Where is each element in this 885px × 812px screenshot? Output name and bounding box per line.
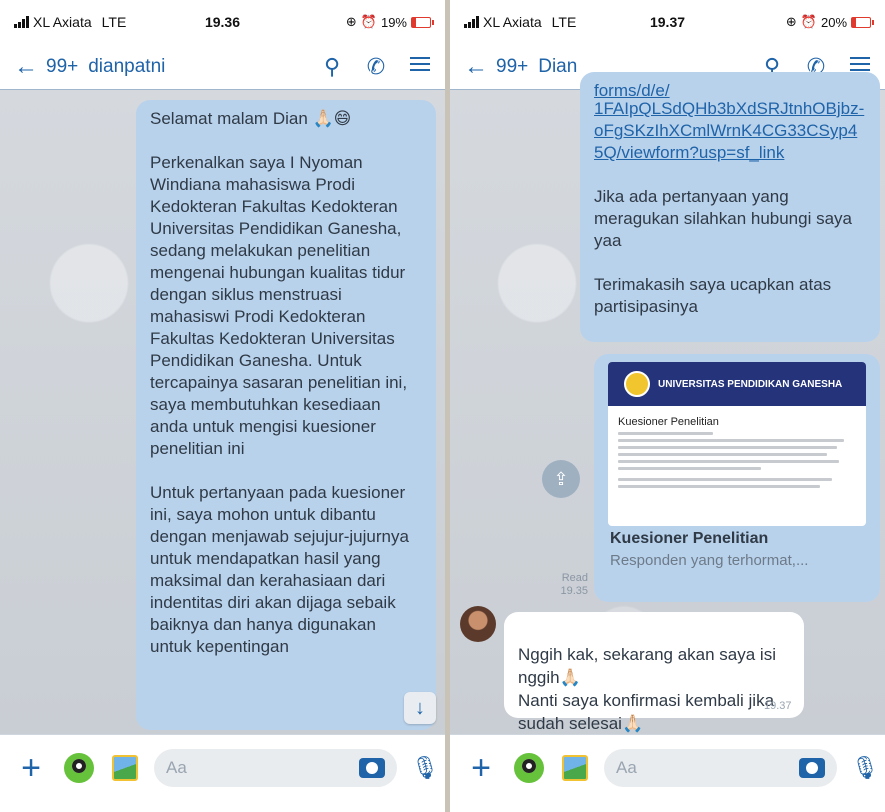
network-type: LTE bbox=[101, 14, 127, 30]
gallery-icon[interactable] bbox=[112, 755, 138, 781]
message-paragraph: Selamat malam Dian 🙏🏻😄 bbox=[150, 109, 352, 128]
phone-call-icon[interactable]: ✆ bbox=[365, 54, 387, 80]
scroll-down-button[interactable]: ↓ bbox=[404, 692, 436, 724]
preview-thumbnail: UNIVERSITAS PENDIDIKAN GANESHA Kuesioner… bbox=[608, 362, 866, 526]
message-time: 19.37 bbox=[764, 700, 792, 712]
signal-icon bbox=[14, 16, 29, 28]
battery-percent: 19% bbox=[380, 14, 407, 30]
network-type: LTE bbox=[551, 14, 577, 30]
location-icon: ⊕ bbox=[345, 14, 357, 29]
emoji-sticker-icon[interactable] bbox=[799, 758, 825, 778]
location-icon: ⊕ bbox=[785, 14, 797, 29]
message-input[interactable]: Aa bbox=[604, 749, 837, 787]
outgoing-message[interactable]: forms/d/e/ 1FAIpQLSdQHb3bXdSRJtnhOBjbz-o… bbox=[580, 72, 880, 342]
back-arrow-icon[interactable]: ← bbox=[464, 53, 488, 81]
status-time: 19.37 bbox=[649, 14, 686, 30]
contact-name[interactable]: dianpatni bbox=[88, 56, 299, 78]
status-bar: XL Axiata LTE 19.36 ⊕ ⏰ 19% bbox=[0, 0, 445, 44]
gallery-icon[interactable] bbox=[562, 755, 588, 781]
unread-count[interactable]: 99+ bbox=[496, 56, 528, 78]
right-screenshot: XL Axiata LTE 19.37 ⊕ ⏰ 20% ← 99+ Dian ⚲… bbox=[450, 0, 885, 812]
carrier-name: XL Axiata bbox=[33, 14, 92, 30]
preview-banner-text: UNIVERSITAS PENDIDIKAN GANESHA bbox=[658, 378, 843, 390]
microphone-icon[interactable]: 🎙 bbox=[411, 755, 439, 781]
university-logo bbox=[624, 371, 650, 397]
message-placeholder: Aa bbox=[616, 758, 637, 777]
left-screenshot: XL Axiata LTE 19.36 ⊕ ⏰ 19% ← 99+ dianpa… bbox=[0, 0, 445, 812]
message-paragraph: Jika ada pertanyaan yang meragukan silah… bbox=[594, 187, 853, 250]
battery-percent: 20% bbox=[820, 14, 848, 30]
menu-icon[interactable] bbox=[409, 53, 431, 81]
composer-bar: + Aa 🎙 bbox=[450, 734, 885, 812]
card-subtitle: Responden yang terhormat,... bbox=[610, 552, 809, 569]
composer-bar: + Aa 🎙 bbox=[0, 734, 445, 812]
incoming-message[interactable]: Nggih kak, sekarang akan saya isi nggih🙏… bbox=[504, 612, 804, 733]
read-label: Read bbox=[561, 572, 588, 584]
chat-header: ← 99+ dianpatni ⚲ ✆ bbox=[0, 44, 445, 90]
emoji-sticker-icon[interactable] bbox=[359, 758, 385, 778]
search-icon[interactable]: ⚲ bbox=[321, 54, 343, 80]
message-paragraph: Untuk pertanyaan pada kuesioner ini, say… bbox=[150, 483, 409, 656]
message-paragraph: Perkenalkan saya I Nyoman Windiana mahas… bbox=[150, 153, 408, 458]
message-input[interactable]: Aa bbox=[154, 749, 397, 787]
add-attachment-icon[interactable]: + bbox=[14, 751, 48, 785]
form-link[interactable]: 1FAIpQLSdQHb3bXdSRJtnhOBjbz-oFgSKzIhXCml… bbox=[594, 99, 864, 162]
status-bar: XL Axiata LTE 19.37 ⊕ ⏰ 20% bbox=[450, 0, 885, 44]
battery-icon bbox=[851, 16, 875, 28]
alarm-icon: ⏰ bbox=[360, 14, 377, 29]
alarm-icon: ⏰ bbox=[800, 14, 817, 29]
add-attachment-icon[interactable]: + bbox=[464, 751, 498, 785]
microphone-icon[interactable]: 🎙 bbox=[851, 755, 879, 781]
carrier-name: XL Axiata bbox=[483, 14, 542, 30]
read-receipt: Read 19.35 bbox=[548, 572, 588, 598]
preview-doc-title: Kuesioner Penelitian bbox=[618, 416, 719, 428]
outgoing-message[interactable]: Selamat malam Dian 🙏🏻😄 Perkenalkan saya … bbox=[136, 100, 436, 730]
message-paragraph: Terimakasih saya ucapkan atas partisipas… bbox=[594, 275, 832, 316]
sticker-monster-icon[interactable] bbox=[514, 753, 544, 783]
battery-icon bbox=[411, 16, 434, 28]
form-link-partial[interactable]: forms/d/e/ bbox=[594, 81, 670, 98]
share-icon[interactable]: ⇪ bbox=[542, 460, 580, 498]
read-time: 19.35 bbox=[560, 585, 588, 597]
sticker-monster-icon[interactable] bbox=[64, 753, 94, 783]
card-title: Kuesioner Penelitian bbox=[610, 530, 769, 547]
avatar[interactable] bbox=[460, 606, 496, 642]
message-placeholder: Aa bbox=[166, 758, 187, 777]
link-preview-card[interactable]: UNIVERSITAS PENDIDIKAN GANESHA Kuesioner… bbox=[594, 354, 880, 602]
back-arrow-icon[interactable]: ← bbox=[14, 53, 38, 81]
signal-icon bbox=[464, 16, 479, 28]
status-time: 19.36 bbox=[204, 14, 241, 30]
unread-count[interactable]: 99+ bbox=[46, 56, 78, 78]
